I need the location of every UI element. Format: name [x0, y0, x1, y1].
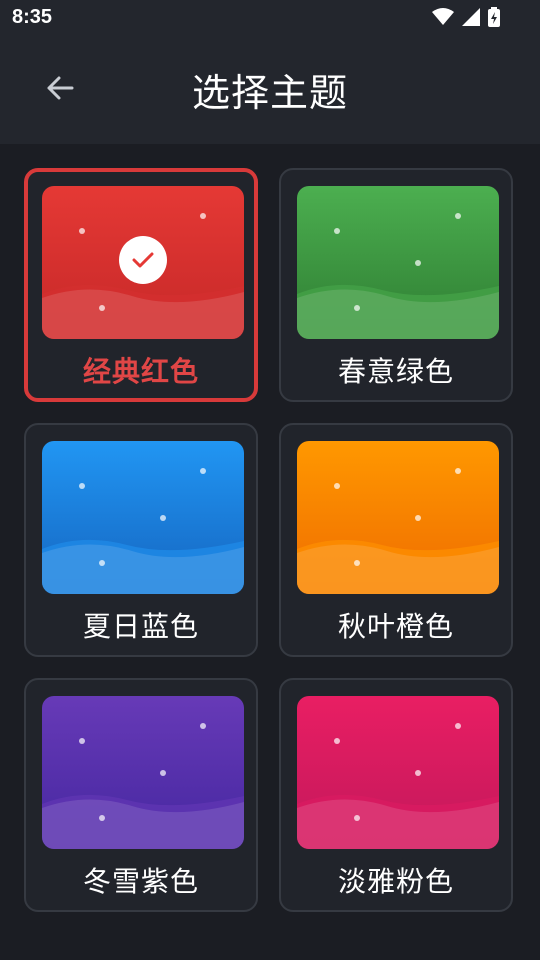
theme-preview	[297, 441, 499, 594]
theme-preview	[42, 441, 244, 594]
cell-signal-icon	[462, 8, 480, 30]
theme-label: 冬雪紫色	[82, 865, 199, 898]
battery-charging-icon	[488, 7, 500, 31]
wifi-icon	[432, 8, 454, 30]
theme-card[interactable]: 经典红色	[24, 168, 258, 402]
status-time: 8:35	[12, 6, 53, 28]
theme-grid: 经典红色 春意绿色夏日蓝色 秋叶橙色冬雪紫色 淡雅粉色	[24, 168, 516, 916]
app-bar: 选择主题	[0, 36, 540, 144]
theme-card[interactable]: 春意绿色	[279, 168, 513, 402]
theme-preview	[42, 186, 244, 339]
check-icon	[119, 236, 167, 284]
status-bar: 8:35	[0, 0, 540, 36]
theme-label: 夏日蓝色	[82, 610, 199, 643]
theme-card[interactable]: 夏日蓝色	[24, 423, 258, 657]
theme-label: 春意绿色	[337, 355, 454, 388]
theme-label: 经典红色	[82, 355, 199, 388]
theme-label: 秋叶橙色	[337, 610, 454, 643]
theme-card[interactable]: 秋叶橙色	[279, 423, 513, 657]
theme-card[interactable]: 冬雪紫色	[24, 678, 258, 912]
page-title: 选择主题	[191, 71, 348, 115]
theme-label: 淡雅粉色	[337, 865, 454, 898]
theme-preview	[297, 696, 499, 849]
status-icons	[432, 7, 500, 31]
theme-card[interactable]: 淡雅粉色	[279, 678, 513, 912]
theme-preview	[297, 186, 499, 339]
theme-preview	[42, 696, 244, 849]
